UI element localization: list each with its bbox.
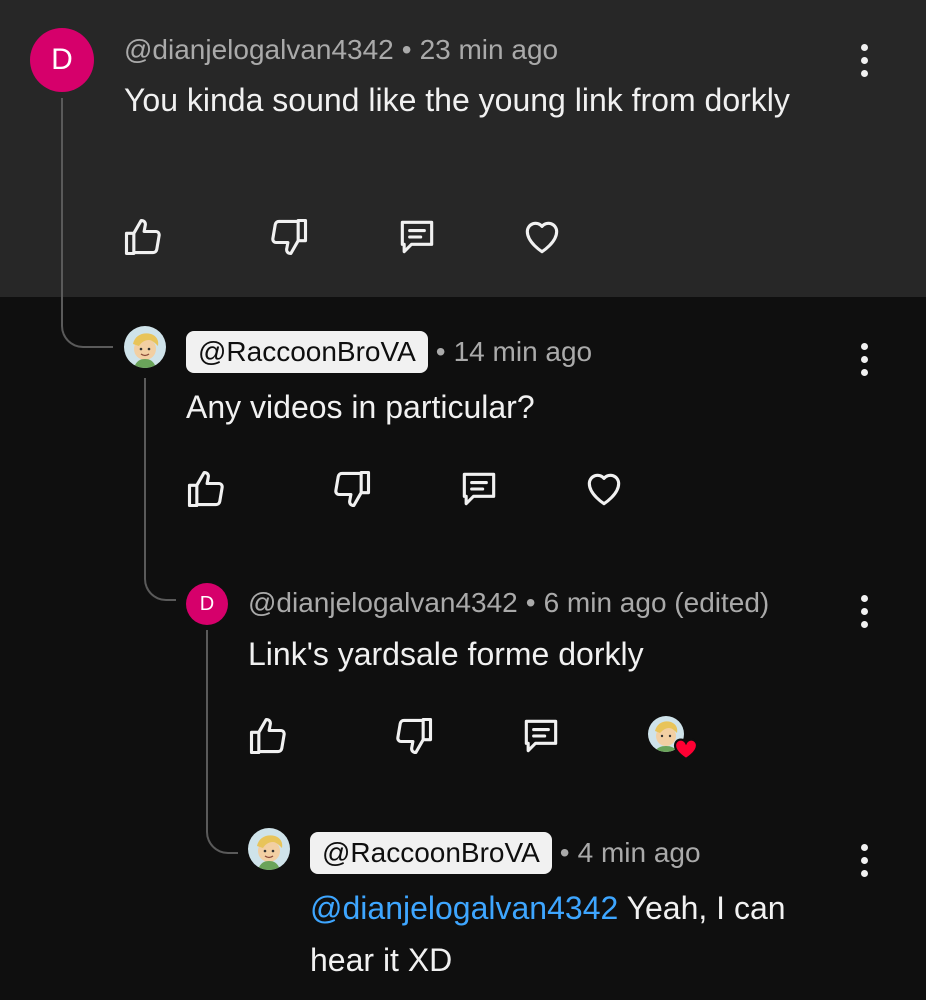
like-icon[interactable] (119, 213, 167, 261)
reply-icon[interactable] (455, 465, 503, 513)
dislike-icon[interactable] (390, 712, 438, 760)
comment-text: @dianjelogalvan4342 Yeah, I can hear it … (310, 882, 870, 986)
comment-text: Link's yardsale forme dorkly (248, 636, 644, 672)
dislike-icon[interactable] (328, 465, 376, 513)
comment-time[interactable]: 6 min ago (edited) (544, 587, 770, 619)
cartoon-avatar-icon (124, 326, 166, 368)
dislike-icon[interactable] (265, 213, 313, 261)
comment-time[interactable]: 4 min ago (578, 837, 701, 869)
avatar-letter: D (51, 43, 73, 76)
comment-meta: @RaccoonBroVA • 4 min ago (310, 831, 701, 875)
comment-time[interactable]: 14 min ago (454, 336, 593, 368)
meta-separator: • (435, 336, 446, 367)
avatar-letter: D (199, 592, 215, 615)
thread-line (144, 378, 176, 601)
more-options-icon[interactable] (844, 587, 884, 635)
creator-badge-author[interactable]: @RaccoonBroVA (310, 832, 552, 874)
meta-separator: • (525, 587, 536, 618)
comment-author[interactable]: @dianjelogalvan4342 (124, 34, 394, 66)
mention-link[interactable]: @dianjelogalvan4342 (310, 890, 618, 926)
heart-icon[interactable] (580, 465, 628, 513)
comment-author[interactable]: @dianjelogalvan4342 (248, 587, 518, 619)
comment-meta: @dianjelogalvan4342 • 6 min ago (edited) (248, 583, 769, 623)
comment-text: You kinda sound like the young link from… (124, 82, 790, 118)
more-options-icon[interactable] (844, 335, 884, 383)
reply-icon[interactable] (517, 712, 565, 760)
comment-text: Any videos in particular? (186, 389, 535, 425)
comment-text-line: @dianjelogalvan4342 Yeah, I can (310, 882, 870, 934)
comment-meta: @RaccoonBroVA • 14 min ago (186, 330, 592, 374)
avatar[interactable] (248, 828, 290, 870)
creator-badge-author[interactable]: @RaccoonBroVA (186, 331, 428, 373)
meta-separator: • (401, 34, 412, 65)
comment-meta: @dianjelogalvan4342 • 23 min ago (124, 30, 558, 70)
like-icon[interactable] (244, 712, 292, 760)
avatar[interactable]: D (186, 583, 228, 625)
more-options-icon[interactable] (844, 836, 884, 884)
avatar[interactable]: D (30, 28, 94, 92)
comment-text-line: hear it XD (310, 942, 453, 978)
comment-text-segment: Yeah, I can (618, 890, 786, 926)
cartoon-avatar-icon (248, 828, 290, 870)
thread-line (206, 630, 238, 854)
heart-icon[interactable] (518, 213, 566, 261)
avatar[interactable] (124, 326, 166, 368)
thread-line (61, 98, 113, 348)
like-icon[interactable] (182, 465, 230, 513)
creator-hearted-icon[interactable] (644, 712, 700, 764)
meta-separator: • (559, 837, 570, 868)
comment-time[interactable]: 23 min ago (420, 34, 559, 66)
more-options-icon[interactable] (844, 36, 884, 84)
reply-icon[interactable] (393, 213, 441, 261)
